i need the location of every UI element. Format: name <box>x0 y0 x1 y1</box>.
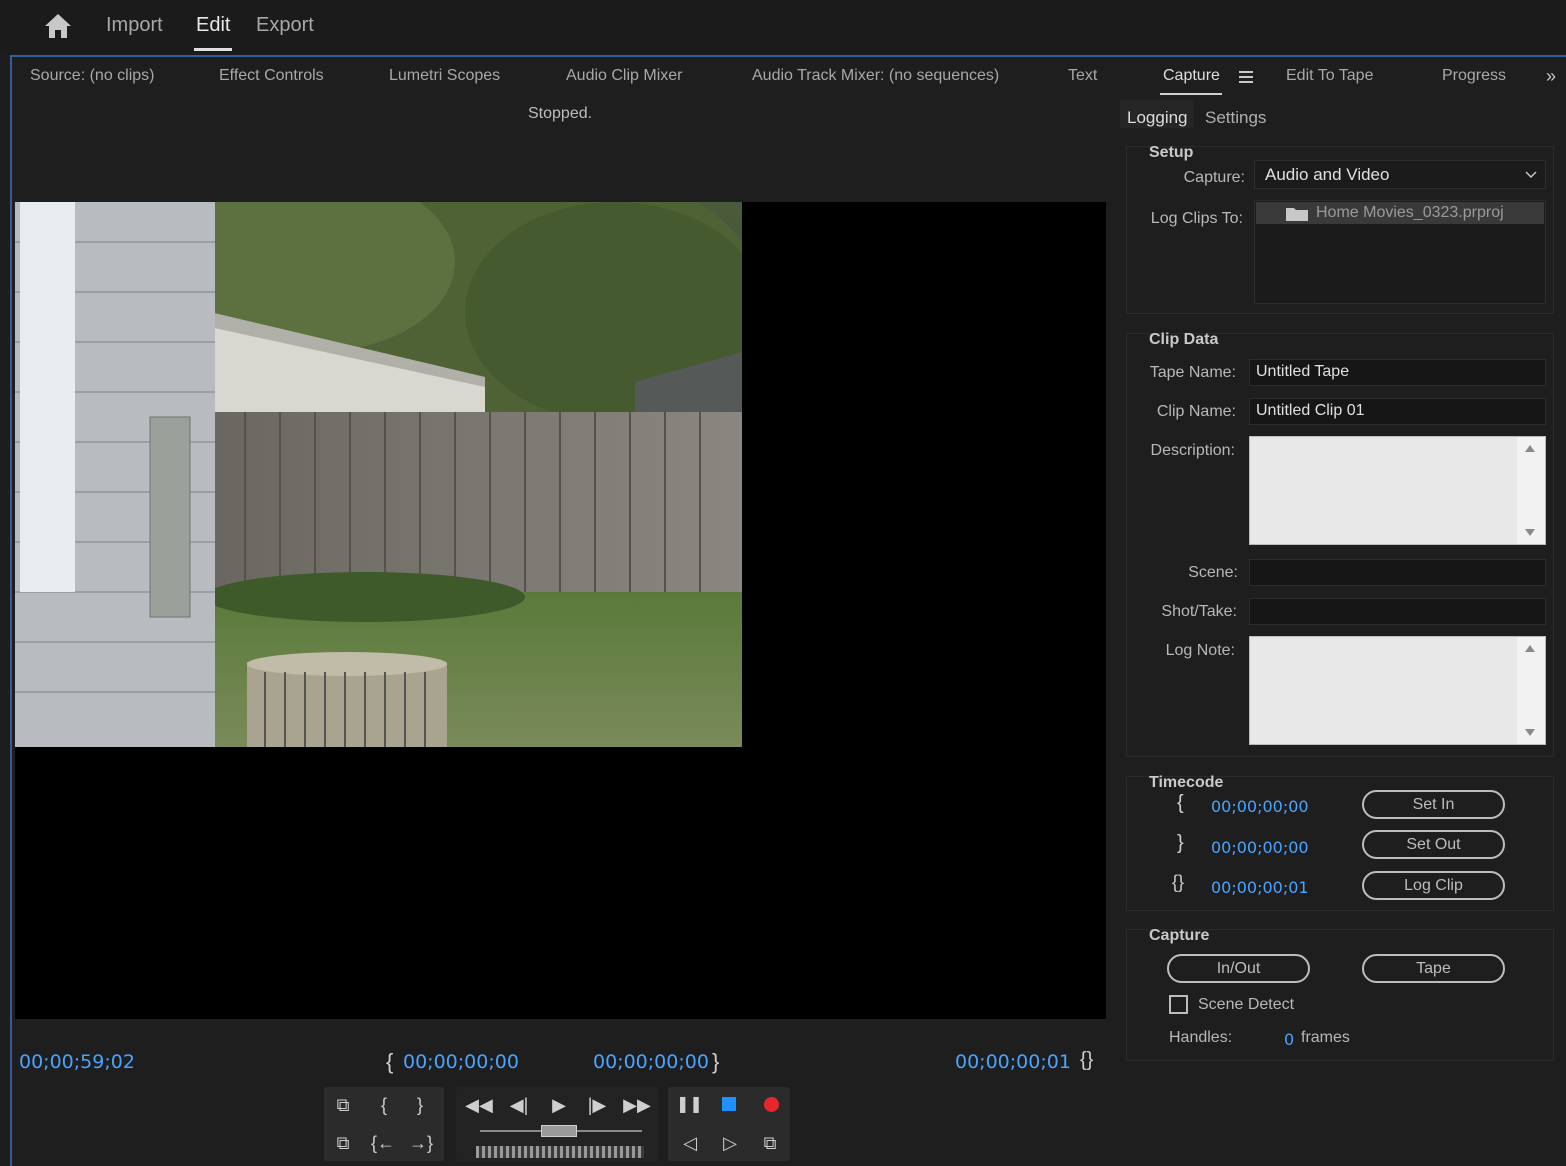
log-clips-to-value: Home Movies_0323.prproj <box>1316 204 1504 221</box>
in-point-icon: { <box>1177 792 1184 814</box>
jog-wheel[interactable] <box>476 1146 644 1158</box>
tab-logging[interactable]: Logging <box>1127 108 1188 128</box>
tab-audio-clip-mixer[interactable]: Audio Clip Mixer <box>566 67 682 85</box>
go-to-in-icon[interactable]: {← <box>370 1133 396 1153</box>
scroll-up-icon[interactable] <box>1525 645 1535 652</box>
timecode-title: Timecode <box>1149 774 1224 791</box>
capture-tape-button[interactable]: Tape <box>1362 954 1505 983</box>
log-in-timecode[interactable]: 00;00;00;00 <box>1211 797 1309 816</box>
log-note-textarea[interactable] <box>1249 636 1546 745</box>
description-textarea[interactable] <box>1249 436 1546 545</box>
nav-export[interactable]: Export <box>256 14 314 37</box>
logging-controls: ⧉ { } ⧉ {← →} <box>324 1087 444 1161</box>
tape-name-input[interactable]: Untitled Tape <box>1249 359 1546 386</box>
stop-icon[interactable] <box>722 1097 736 1111</box>
rewind-icon[interactable]: ◀◀ <box>464 1095 494 1115</box>
set-in-button[interactable]: Set In <box>1362 790 1505 819</box>
setup-title: Setup <box>1149 144 1194 161</box>
clip-name-input[interactable]: Untitled Clip 01 <box>1249 398 1546 425</box>
clip-out-icon[interactable]: ⧉ <box>330 1133 356 1153</box>
go-to-out-icon[interactable]: →} <box>408 1133 434 1153</box>
duration-timecode[interactable]: 00;00;00;01 <box>955 1051 1071 1073</box>
step-forward-icon[interactable]: |▶ <box>584 1095 610 1115</box>
tabs-overflow-icon[interactable]: » <box>1546 66 1556 87</box>
capture-title: Capture <box>1149 927 1210 944</box>
next-scene-icon[interactable]: ▷ <box>716 1133 744 1153</box>
capture-dropdown-value: Audio and Video <box>1265 165 1390 184</box>
duration-icon: {} <box>1080 1049 1094 1071</box>
clip-data-title: Clip Data <box>1149 331 1219 348</box>
handles-value[interactable]: 0 <box>1284 1030 1294 1049</box>
panel-menu-icon[interactable] <box>1239 71 1253 84</box>
clip-name-label: Clip Name: <box>1156 403 1236 420</box>
tab-audio-track-mixer[interactable]: Audio Track Mixer: (no sequences) <box>752 67 999 85</box>
record-icon[interactable] <box>764 1097 779 1112</box>
play-icon[interactable]: ▶ <box>546 1095 572 1115</box>
log-clips-to-label: Log Clips To: <box>1150 210 1243 227</box>
set-out-button[interactable]: Set Out <box>1362 830 1505 859</box>
scene-detect-checkbox[interactable] <box>1169 995 1188 1014</box>
capture-label: Capture: <box>1183 169 1245 186</box>
capture-status: Stopped. <box>528 105 593 122</box>
transport-controls: ◀◀ ◀| ▶ |▶ ▶▶ <box>456 1087 658 1161</box>
scene-input[interactable] <box>1249 559 1546 586</box>
current-timecode[interactable]: 00;00;59;02 <box>19 1051 135 1073</box>
shot-take-label: Shot/Take: <box>1161 603 1237 620</box>
tape-name-label: Tape Name: <box>1149 364 1236 381</box>
tab-edit-to-tape[interactable]: Edit To Tape <box>1286 67 1373 85</box>
tab-progress[interactable]: Progress <box>1442 67 1506 85</box>
description-label: Description: <box>1150 442 1235 459</box>
scroll-down-icon[interactable] <box>1525 729 1535 736</box>
clip-in-icon[interactable]: ⧉ <box>330 1095 356 1115</box>
scroll-down-icon[interactable] <box>1525 529 1535 536</box>
chevron-down-icon <box>1525 171 1537 179</box>
scene-search-icon[interactable]: ⧉ <box>756 1133 784 1153</box>
log-out-timecode[interactable]: 00;00;00;00 <box>1211 838 1309 857</box>
nav-edit[interactable]: Edit <box>196 14 230 37</box>
shot-take-input[interactable] <box>1249 598 1546 625</box>
nav-import[interactable]: Import <box>106 14 163 37</box>
nav-edit-underline <box>194 48 232 51</box>
fast-forward-icon[interactable]: ▶▶ <box>622 1095 652 1115</box>
tab-capture-underline <box>1160 93 1222 95</box>
frames-label: frames <box>1301 1029 1350 1046</box>
out-point-icon: } <box>712 1049 720 1074</box>
scene-label: Scene: <box>1188 564 1238 581</box>
log-note-scrollbar[interactable] <box>1517 637 1545 744</box>
in-point-icon: { <box>386 1049 394 1074</box>
log-clip-button[interactable]: Log Clip <box>1362 871 1505 900</box>
log-note-label: Log Note: <box>1165 642 1235 659</box>
handles-label: Handles: <box>1169 1029 1233 1046</box>
pause-icon[interactable]: ❚❚ <box>676 1095 703 1115</box>
in-timecode[interactable]: 00;00;00;00 <box>403 1051 519 1073</box>
set-out-icon[interactable]: } <box>410 1095 430 1115</box>
capture-dropdown[interactable]: Audio and Video <box>1254 160 1546 189</box>
folder-icon <box>1286 208 1308 221</box>
tab-capture[interactable]: Capture <box>1163 67 1220 85</box>
duration-icon: {} <box>1172 872 1185 892</box>
top-bar: Import Edit Export <box>0 0 1566 54</box>
tab-text[interactable]: Text <box>1068 67 1097 85</box>
scene-detect-label[interactable]: Scene Detect <box>1198 996 1294 1014</box>
out-point-icon: } <box>1177 832 1184 854</box>
log-duration-timecode[interactable]: 00;00;00;01 <box>1211 878 1309 897</box>
set-in-icon[interactable]: { <box>374 1095 394 1115</box>
tab-settings[interactable]: Settings <box>1205 108 1266 128</box>
capture-in-out-button[interactable]: In/Out <box>1167 954 1310 983</box>
previous-scene-icon[interactable]: ◁ <box>676 1133 704 1153</box>
home-icon[interactable] <box>44 13 72 39</box>
description-scrollbar[interactable] <box>1517 437 1545 544</box>
tab-lumetri-scopes[interactable]: Lumetri Scopes <box>389 67 500 85</box>
scroll-up-icon[interactable] <box>1525 445 1535 452</box>
log-clips-to-item[interactable]: Home Movies_0323.prproj <box>1256 202 1544 224</box>
step-back-icon[interactable]: ◀| <box>506 1095 532 1115</box>
video-preview <box>15 202 742 747</box>
out-timecode[interactable]: 00;00;00;00 <box>593 1051 709 1073</box>
tab-source[interactable]: Source: (no clips) <box>30 67 155 85</box>
tab-effect-controls[interactable]: Effect Controls <box>219 67 324 85</box>
capture-controls: ❚❚ ◁ ▷ ⧉ <box>668 1087 790 1161</box>
shuttle-handle[interactable] <box>541 1125 577 1137</box>
